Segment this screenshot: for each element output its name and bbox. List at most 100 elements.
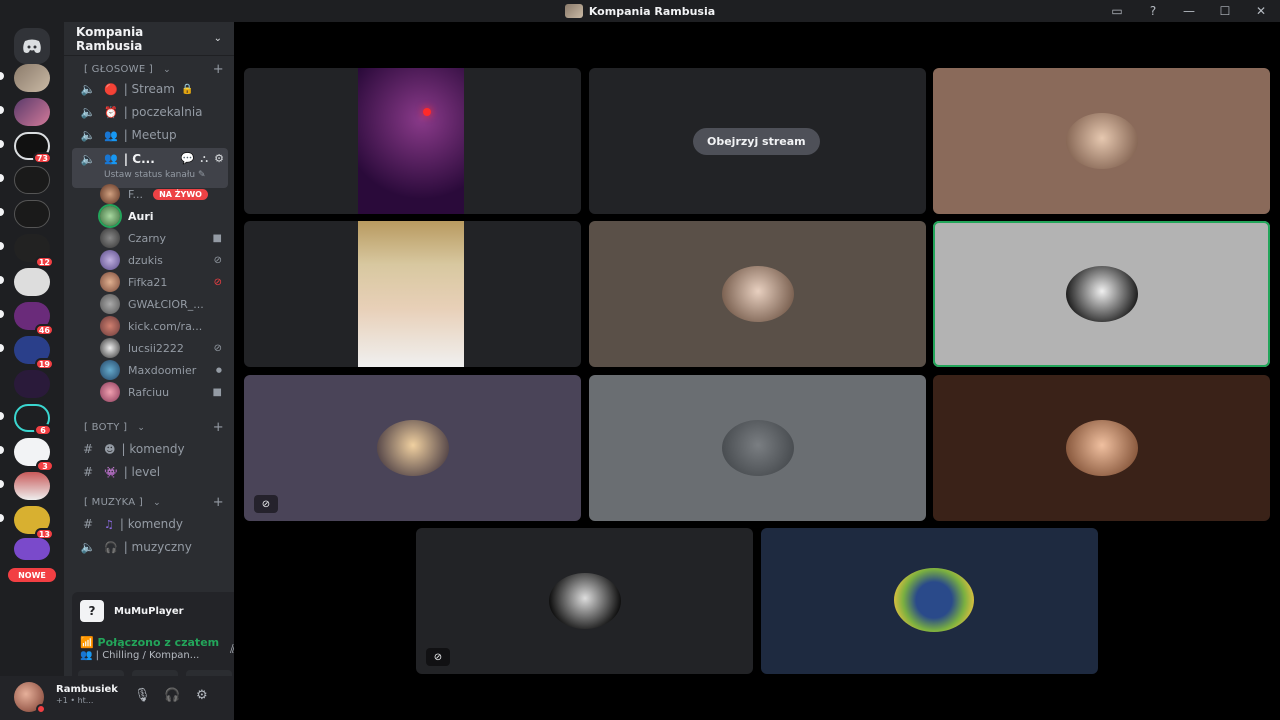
gear-icon[interactable]: ⚙ — [196, 688, 208, 703]
video-tile[interactable] — [244, 68, 581, 214]
voice-user[interactable]: dzukis ⊘ — [100, 249, 224, 271]
signal-icon: 📶 — [80, 636, 98, 649]
speaker-icon: 🔈 — [80, 128, 96, 142]
avatar-tile[interactable]: ⊘ — [416, 528, 753, 674]
voice-user[interactable]: GWAŁCIOR_... — [100, 293, 224, 315]
watch-stream-button[interactable]: Obejrzyj stream — [693, 128, 820, 155]
maximize-button[interactable]: ☐ — [1214, 2, 1236, 20]
guild-header[interactable]: Kompania Rambusia ⌄ — [64, 22, 234, 56]
unread-pill — [0, 174, 4, 182]
channel-name: | komendy — [121, 442, 185, 456]
chevron-down-icon: ⌄ — [153, 497, 161, 508]
server-icon[interactable]: 3 — [14, 438, 54, 472]
server-icon[interactable] — [14, 166, 50, 194]
speaker-icon: 🔈 — [80, 82, 96, 96]
add-channel-button[interactable]: + — [213, 495, 224, 510]
voice-user-name: dzukis — [128, 253, 163, 267]
voice-user[interactable]: Fifka21 ⊘ — [100, 271, 224, 293]
avatar-tile[interactable] — [933, 68, 1270, 214]
server-icon[interactable]: 73 — [14, 132, 52, 164]
voice-user[interactable]: F... NA ŻYWO — [100, 183, 224, 205]
add-member-icon[interactable]: ⛬ — [200, 152, 208, 166]
people-icon: 👥 — [80, 650, 96, 661]
muted-icon: ⊘ — [254, 495, 278, 513]
avatar — [100, 382, 120, 402]
server-icon[interactable] — [14, 370, 50, 398]
avatar — [100, 294, 120, 314]
server-icon[interactable] — [14, 268, 50, 296]
server-icon[interactable] — [14, 472, 50, 500]
avatar-tile[interactable]: ⊘ — [244, 375, 581, 521]
voice-user[interactable]: Auri — [100, 205, 224, 227]
deafened-icon: ⊘ — [213, 276, 222, 288]
channel-commands-music[interactable]: # ♫ | komendy — [72, 513, 228, 535]
connected-channel[interactable]: 👥 | Chilling / Kompan... — [80, 650, 199, 661]
voice-user[interactable]: Rafciuu ■ — [100, 381, 224, 403]
close-button[interactable]: ✕ — [1250, 2, 1272, 20]
avatar-tile[interactable] — [589, 375, 926, 521]
headphones-icon[interactable]: 🎧 — [164, 688, 180, 703]
webcam-feed — [358, 221, 464, 367]
avatar — [100, 360, 120, 380]
gear-icon[interactable]: ⚙ — [214, 152, 224, 166]
channel-stream[interactable]: 🔈 🔴 | Stream 🔒 — [72, 78, 228, 100]
voice-user-name: Czarny — [128, 231, 167, 245]
server-icon[interactable]: 12 — [14, 234, 54, 268]
discord-home-icon[interactable] — [14, 28, 50, 64]
server-icon[interactable]: 46 — [14, 302, 54, 336]
avatar — [722, 420, 794, 476]
channel-music[interactable]: 🔈 🎧 | muzyczny — [72, 536, 228, 558]
server-icon[interactable] — [14, 64, 50, 92]
server-icon[interactable] — [14, 538, 50, 560]
voice-user[interactable]: lucsii2222 ⊘ — [100, 337, 224, 359]
avatar-tile[interactable] — [589, 221, 926, 367]
category-bots[interactable]: [ BOTY ] ⌄ + — [84, 420, 224, 435]
avatar — [100, 206, 120, 226]
voice-user[interactable]: Czarny ■ — [100, 227, 224, 249]
channel-status-prompt[interactable]: Ustaw status kanału ✎ — [104, 170, 206, 180]
server-icon[interactable] — [14, 98, 50, 126]
channel-name: | Meetup — [123, 128, 177, 142]
inbox-icon[interactable]: ▭ — [1106, 2, 1128, 20]
avatar-tile[interactable] — [761, 528, 1098, 674]
microphone-icon[interactable]: 🎙 — [134, 688, 151, 703]
voice-user-name: GWAŁCIOR_... — [128, 297, 204, 311]
channel-waiting[interactable]: 🔈 ⏰ | poczekalnia — [72, 101, 228, 123]
new-servers-badge[interactable]: NOWE — [8, 568, 56, 582]
people-icon: 👥 — [104, 152, 118, 165]
minimize-button[interactable]: — — [1178, 2, 1200, 20]
channel-commands-bots[interactable]: # ☻ | komendy — [72, 438, 228, 460]
connection-status[interactable]: 📶 Połączono z czatem — [80, 636, 219, 649]
avatar-tile-speaking[interactable] — [933, 221, 1270, 367]
server-icon[interactable]: 13 — [14, 506, 54, 540]
robot-icon: ☻ — [104, 442, 116, 456]
category-voice[interactable]: [ GŁOSOWE ] ⌄ + — [84, 62, 224, 77]
channel-meetup[interactable]: 🔈 👥 | Meetup — [72, 124, 228, 146]
channel-active[interactable]: 🔈 👥 | C... 💬 ⛬ ⚙ Ustaw status kanału ✎ — [72, 148, 228, 188]
voice-stage: Obejrzyj stream ⊘ ⊘ — [234, 22, 1280, 720]
people-icon: 👥 — [104, 128, 118, 142]
avatar — [100, 250, 120, 270]
server-icon[interactable] — [14, 200, 50, 228]
connection-status-text: Połączono z czatem — [97, 636, 220, 649]
avatar-tile[interactable] — [933, 375, 1270, 521]
add-channel-button[interactable]: + — [213, 62, 224, 77]
status-dot-icon: ● — [215, 366, 222, 374]
video-tile[interactable] — [244, 221, 581, 367]
category-label: [ BOTY ] — [84, 422, 128, 433]
stream-tile[interactable]: Obejrzyj stream — [589, 68, 926, 214]
avatar[interactable] — [14, 682, 46, 714]
server-icon[interactable]: 19 — [14, 336, 54, 370]
help-icon[interactable]: ? — [1142, 2, 1164, 20]
add-channel-button[interactable]: + — [213, 420, 224, 435]
voice-user[interactable]: Maxdoomier ● — [100, 359, 224, 381]
voice-user[interactable]: kick.com/ra... — [100, 315, 224, 337]
user-name: Rambusiek — [56, 684, 118, 695]
category-music[interactable]: [ MUZYKA ] ⌄ + — [84, 495, 224, 510]
alien-icon: 👾 — [104, 465, 118, 479]
chat-bubble-icon[interactable]: 💬 — [181, 152, 195, 166]
channel-level[interactable]: # 👾 | level — [72, 461, 228, 483]
unread-pill — [0, 310, 4, 318]
server-icon[interactable]: 6 — [14, 404, 52, 436]
channel-name: | poczekalnia — [123, 105, 203, 119]
